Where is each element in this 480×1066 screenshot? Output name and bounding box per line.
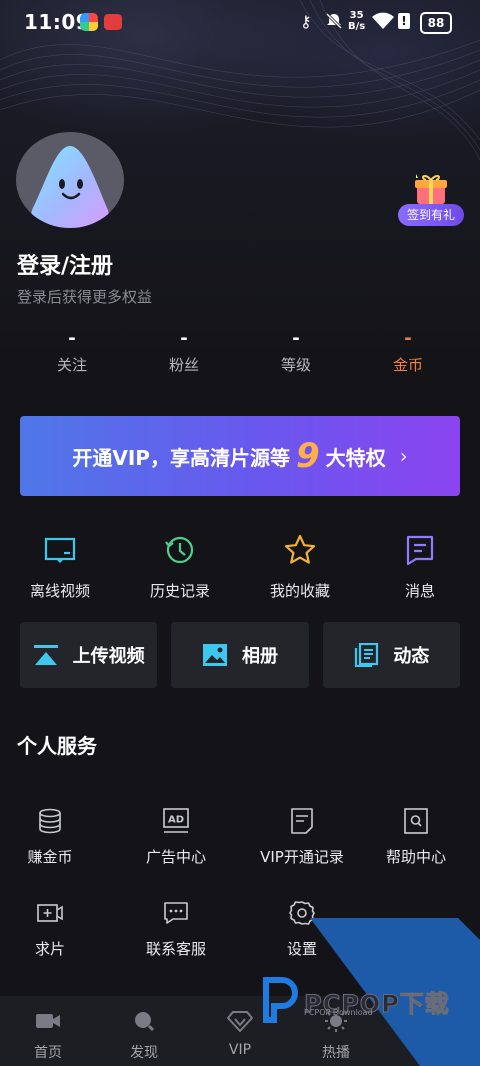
service-vip-record[interactable]: VIP开通记录 <box>252 808 352 900</box>
request-video-icon <box>37 904 63 922</box>
nav-label: 首页 <box>34 1045 62 1061</box>
feed-card[interactable]: 动态 <box>322 622 460 688</box>
service-label: 帮助中心 <box>385 848 446 866</box>
net-speed-unit: B/s <box>348 21 366 32</box>
quick-label: 离线视频 <box>29 582 90 600</box>
vip-banner-text-after: 大特权 <box>325 445 386 470</box>
stat-label: 等级 <box>280 356 311 374</box>
service-label: 求片 <box>34 940 65 958</box>
vip-banner-text: 开通VIP，享高清片源等 <box>72 445 290 470</box>
camera-icon <box>36 1014 60 1028</box>
vip-record-icon <box>291 808 313 834</box>
stat-value: - <box>68 328 76 349</box>
customer-service-icon <box>164 902 188 924</box>
stat-label: 金币 <box>392 356 423 374</box>
album-card[interactable]: 相册 <box>171 622 309 688</box>
card-label: 上传视频 <box>72 646 145 667</box>
upload-video-card[interactable]: 上传视频 <box>20 622 158 688</box>
stat-value: - <box>404 328 412 349</box>
stat-coins[interactable]: - 金币 <box>352 330 464 380</box>
quick-offline-video[interactable]: 离线视频 <box>0 532 120 601</box>
service-ad-center[interactable]: AD 广告中心 <box>100 808 252 900</box>
quick-actions: 离线视频 历史记录 我的收藏 消息 <box>0 532 480 601</box>
checkin-badge: 签到有礼 <box>398 204 464 226</box>
coins-icon <box>39 808 61 834</box>
app-notification-icon <box>80 13 98 31</box>
vip-diamond-icon <box>227 1011 253 1032</box>
service-request-video[interactable]: 求片 <box>0 900 100 992</box>
stats-row: - 关注 - 粉丝 - 等级 - 金币 <box>16 330 464 380</box>
watermark: PCPOP下载 PCPOP Download <box>258 974 449 1028</box>
quick-label: 我的收藏 <box>269 582 330 600</box>
message-icon <box>406 535 434 566</box>
album-icon <box>202 644 227 666</box>
service-help-center[interactable]: 帮助中心 <box>352 808 480 900</box>
vip-banner-number: 9 <box>295 436 320 476</box>
stat-value: - <box>292 328 300 349</box>
feature-cards: 上传视频 相册 动态 <box>20 622 460 688</box>
quick-history[interactable]: 历史记录 <box>120 532 240 601</box>
search-icon <box>135 1012 155 1032</box>
service-label: 联系客服 <box>145 940 206 958</box>
mute-icon <box>325 12 343 30</box>
nav-discover[interactable]: 发现 <box>96 996 192 1066</box>
personal-services-title: 个人服务 <box>17 734 97 758</box>
feed-icon <box>355 643 379 667</box>
nav-home[interactable]: 首页 <box>0 996 96 1066</box>
offline-video-icon <box>44 537 76 563</box>
avatar[interactable] <box>16 132 124 228</box>
service-earn-coins[interactable]: 赚金币 <box>0 808 100 900</box>
service-customer-support[interactable]: 联系客服 <box>100 900 252 992</box>
watermark-logo-icon <box>263 977 298 1023</box>
ad-icon: AD <box>163 808 189 833</box>
service-label: VIP开通记录 <box>260 848 344 866</box>
login-register-title[interactable]: 登录/注册 <box>17 248 113 280</box>
quick-label: 历史记录 <box>149 582 210 600</box>
net-speed-value: 35 <box>349 10 364 21</box>
stat-label: 关注 <box>56 356 87 374</box>
stat-label: 粉丝 <box>168 356 199 374</box>
checkin-gift[interactable]: 签到有礼 <box>398 172 464 228</box>
chevron-right-icon: › <box>399 444 408 468</box>
history-icon <box>165 536 194 564</box>
net-speed: 35 B/s <box>348 10 365 32</box>
stat-value: - <box>180 328 188 349</box>
gift-icon <box>415 174 447 204</box>
card-label: 相册 <box>241 646 278 667</box>
login-subtitle: 登录后获得更多权益 <box>17 288 153 306</box>
help-icon <box>404 808 428 834</box>
service-label: 赚金币 <box>27 848 73 866</box>
status-bar: 11:09 ⚷ 35 B/s ! 88 <box>0 0 480 46</box>
watermark-subtext: PCPOP Download <box>304 1008 373 1017</box>
card-label: 动态 <box>393 646 430 667</box>
avatar-mascot-icon <box>31 146 109 228</box>
app-notification-icon-2 <box>104 14 122 30</box>
battery-indicator: 88 <box>420 12 452 34</box>
vip-promo-banner[interactable]: 开通VIP，享高清片源等 9 大特权 › <box>20 416 460 496</box>
wifi-icon <box>372 12 394 29</box>
quick-messages[interactable]: 消息 <box>360 532 480 601</box>
service-label: 广告中心 <box>145 848 206 866</box>
key-icon: ⚷ <box>300 12 312 31</box>
nav-label: 发现 <box>130 1045 158 1061</box>
quick-favorites[interactable]: 我的收藏 <box>240 532 360 601</box>
star-icon <box>284 534 316 564</box>
stat-fans[interactable]: - 粉丝 <box>128 330 240 380</box>
stat-following[interactable]: - 关注 <box>16 330 128 380</box>
upload-icon <box>33 645 58 665</box>
svg-text:AD: AD <box>168 815 184 826</box>
quick-label: 消息 <box>404 582 435 600</box>
stat-level[interactable]: - 等级 <box>240 330 352 380</box>
nav-label: VIP <box>228 1042 252 1058</box>
alert-icon: ! <box>398 13 410 29</box>
